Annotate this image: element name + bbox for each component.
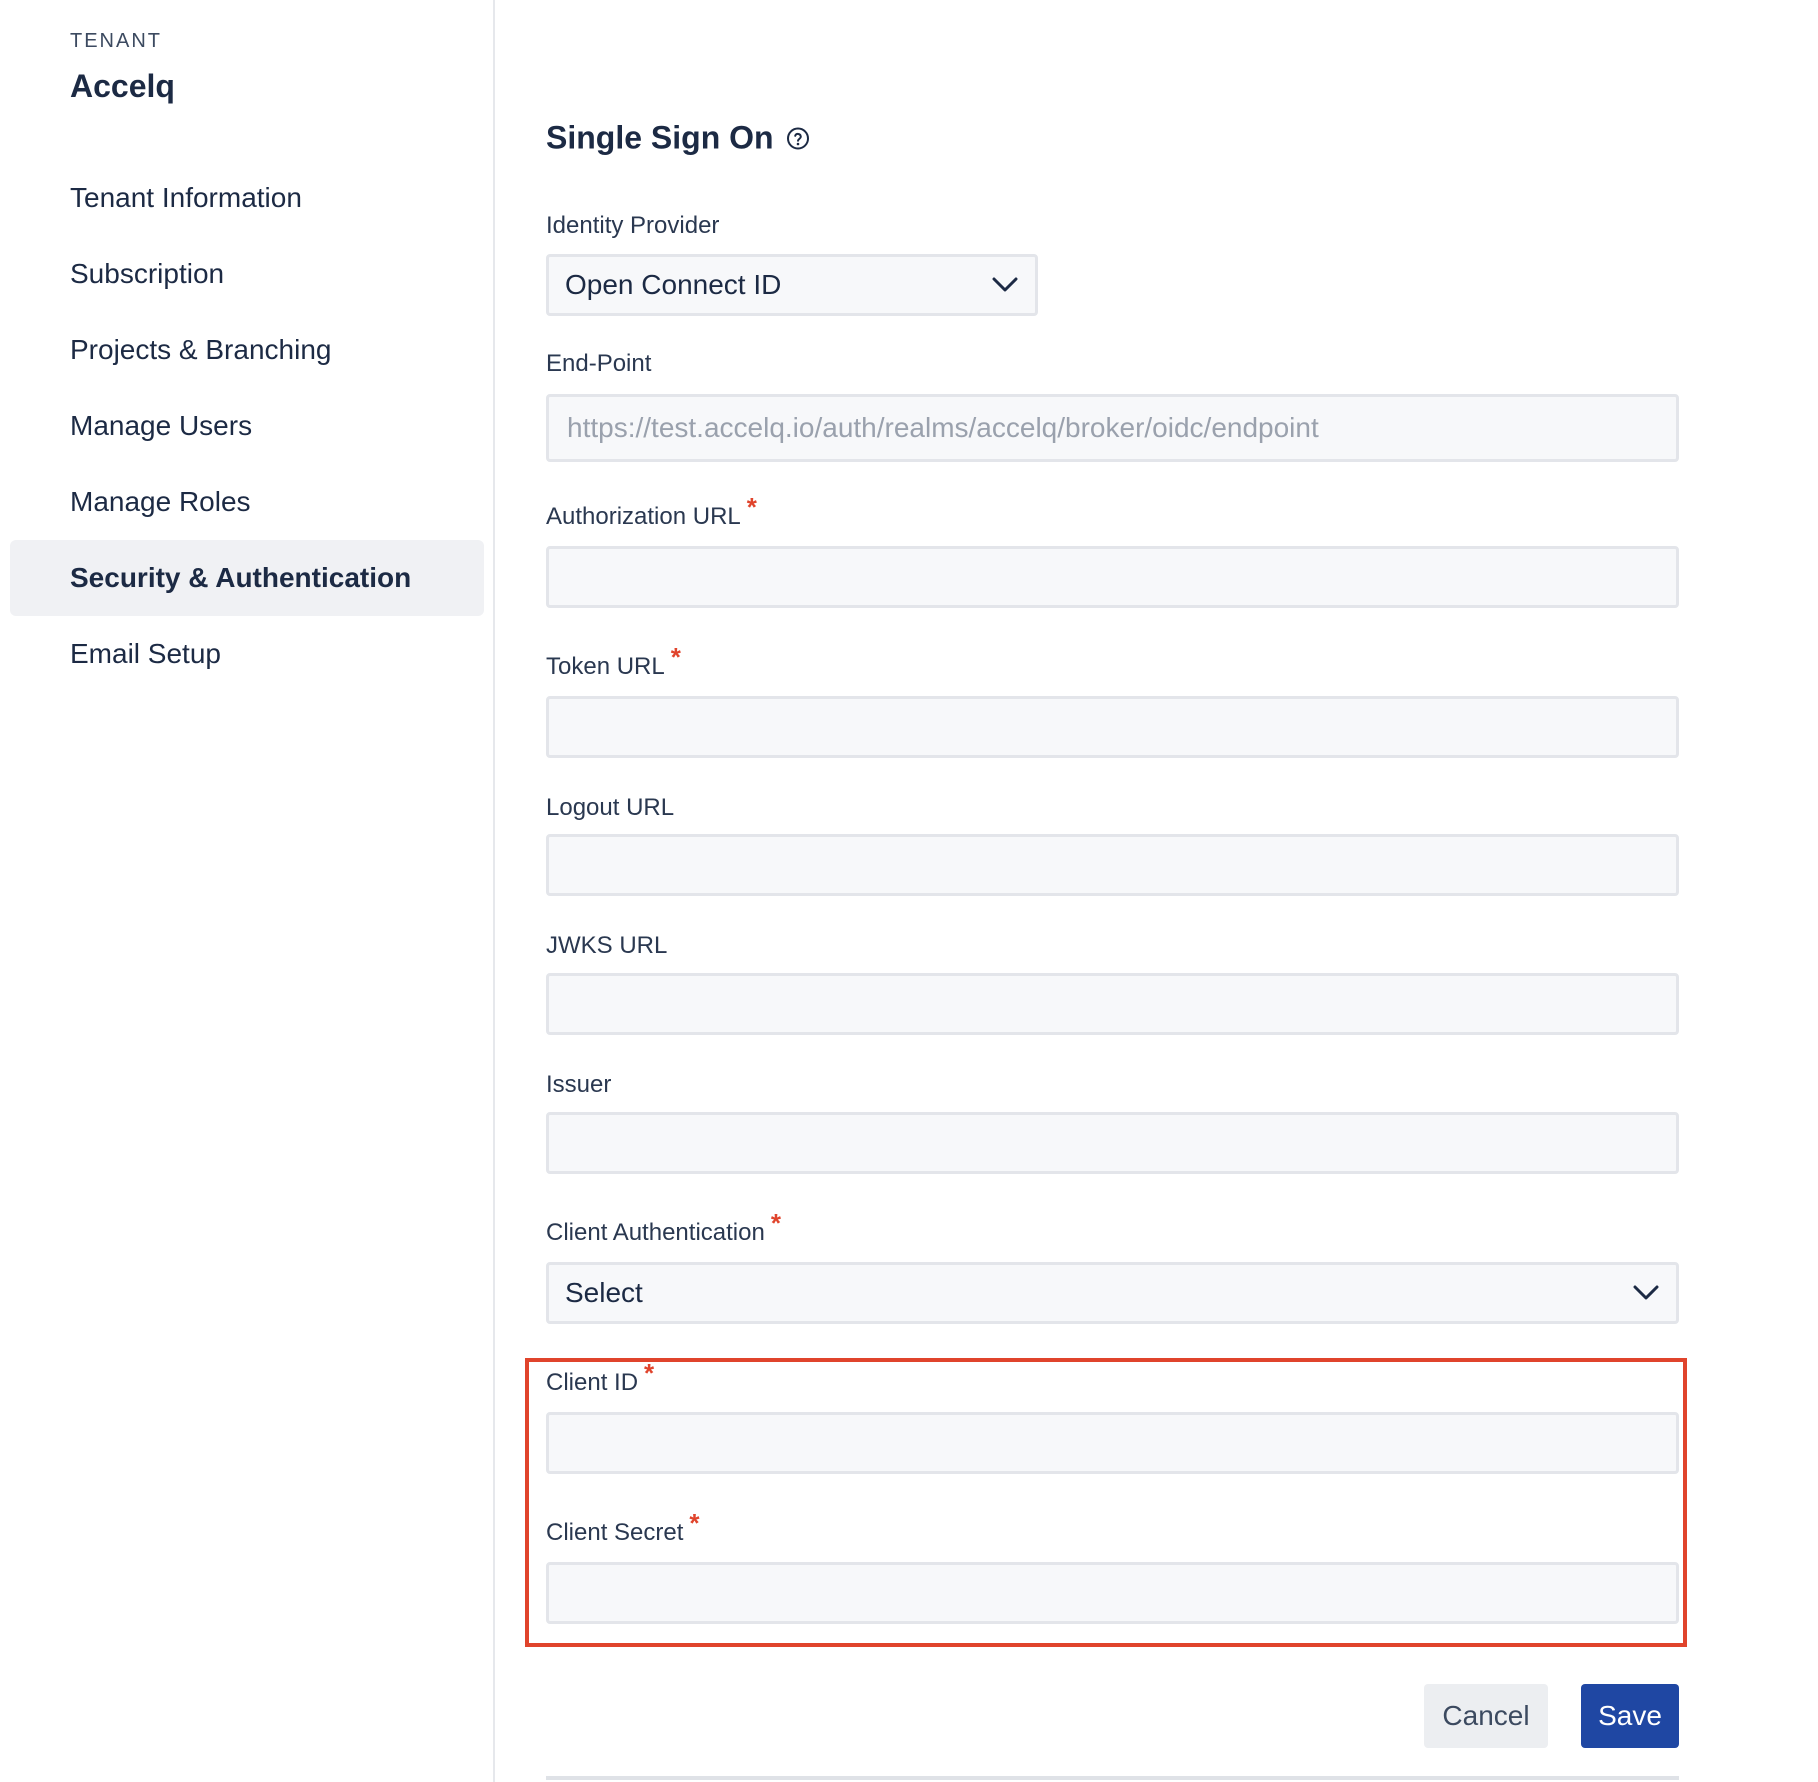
token-url-label: Token URL * — [546, 642, 681, 681]
identity-provider-value: Open Connect ID — [565, 269, 782, 300]
endpoint-label: End-Point — [546, 350, 651, 378]
client-authentication-label: Client Authentication * — [546, 1208, 781, 1247]
sidebar-item-tenant-information[interactable]: Tenant Information — [10, 160, 484, 236]
required-asterisk: * — [770, 1208, 781, 1238]
issuer-label: Issuer — [546, 1071, 611, 1099]
question-circle-icon[interactable] — [786, 126, 810, 150]
identity-provider-label-text: Identity Provider — [546, 212, 720, 239]
endpoint-label-text: End-Point — [546, 350, 652, 377]
identity-provider-select[interactable]: Open Connect ID — [546, 254, 1038, 316]
save-button[interactable]: Save — [1581, 1684, 1679, 1748]
sidebar-item-email-setup[interactable]: Email Setup — [10, 616, 484, 692]
authorization-url-label: Authorization URL * — [546, 492, 757, 531]
sidebar-item-manage-users[interactable]: Manage Users — [10, 388, 484, 464]
cancel-button[interactable]: Cancel — [1424, 1684, 1548, 1748]
jwks-url-label: JWKS URL — [546, 932, 667, 960]
jwks-url-input[interactable] — [546, 973, 1679, 1035]
required-asterisk: * — [670, 642, 681, 672]
authorization-url-label-text: Authorization URL — [546, 503, 741, 530]
logout-url-input[interactable] — [546, 834, 1679, 896]
logout-url-label-text: Logout URL — [546, 794, 675, 821]
client-authentication-label-text: Client Authentication — [546, 1219, 765, 1246]
tenant-name: Accelq — [70, 68, 175, 104]
client-secret-input[interactable] — [546, 1562, 1679, 1624]
jwks-url-label-text: JWKS URL — [546, 932, 668, 959]
sidebar-item-projects-branching[interactable]: Projects & Branching — [10, 312, 484, 388]
client-id-label: Client ID * — [546, 1358, 654, 1397]
chevron-down-icon — [991, 271, 1019, 299]
token-url-label-text: Token URL — [546, 653, 665, 680]
sidebar-item-security-authentication[interactable]: Security & Authentication — [10, 540, 484, 616]
identity-provider-label: Identity Provider — [546, 212, 719, 240]
sidebar-nav: Tenant Information Subscription Projects… — [10, 160, 484, 692]
authorization-url-input[interactable] — [546, 546, 1679, 608]
page-title: Single Sign On — [546, 119, 774, 156]
section-title: Single Sign On — [546, 120, 810, 157]
bottom-divider — [546, 1776, 1679, 1780]
client-authentication-value: Select — [565, 1277, 643, 1308]
sidebar-item-manage-roles[interactable]: Manage Roles — [10, 464, 484, 540]
sidebar: TENANT Accelq Tenant Information Subscri… — [0, 0, 495, 1782]
required-asterisk: * — [746, 492, 757, 522]
main-content: Single Sign On Identity Provider Open Co… — [497, 0, 1818, 1782]
endpoint-input[interactable] — [546, 394, 1679, 462]
client-secret-label-text: Client Secret — [546, 1519, 684, 1546]
client-id-label-text: Client ID — [546, 1369, 639, 1396]
tenant-section-label: TENANT — [70, 30, 162, 52]
chevron-down-icon — [1632, 1279, 1660, 1307]
client-secret-label: Client Secret * — [546, 1508, 700, 1547]
token-url-input[interactable] — [546, 696, 1679, 758]
client-authentication-select[interactable]: Select — [546, 1262, 1679, 1324]
sidebar-item-subscription[interactable]: Subscription — [10, 236, 484, 312]
logout-url-label: Logout URL — [546, 794, 674, 822]
required-asterisk: * — [644, 1358, 655, 1388]
issuer-label-text: Issuer — [546, 1071, 612, 1098]
issuer-input[interactable] — [546, 1112, 1679, 1174]
client-id-input[interactable] — [546, 1412, 1679, 1474]
required-asterisk: * — [689, 1508, 700, 1538]
